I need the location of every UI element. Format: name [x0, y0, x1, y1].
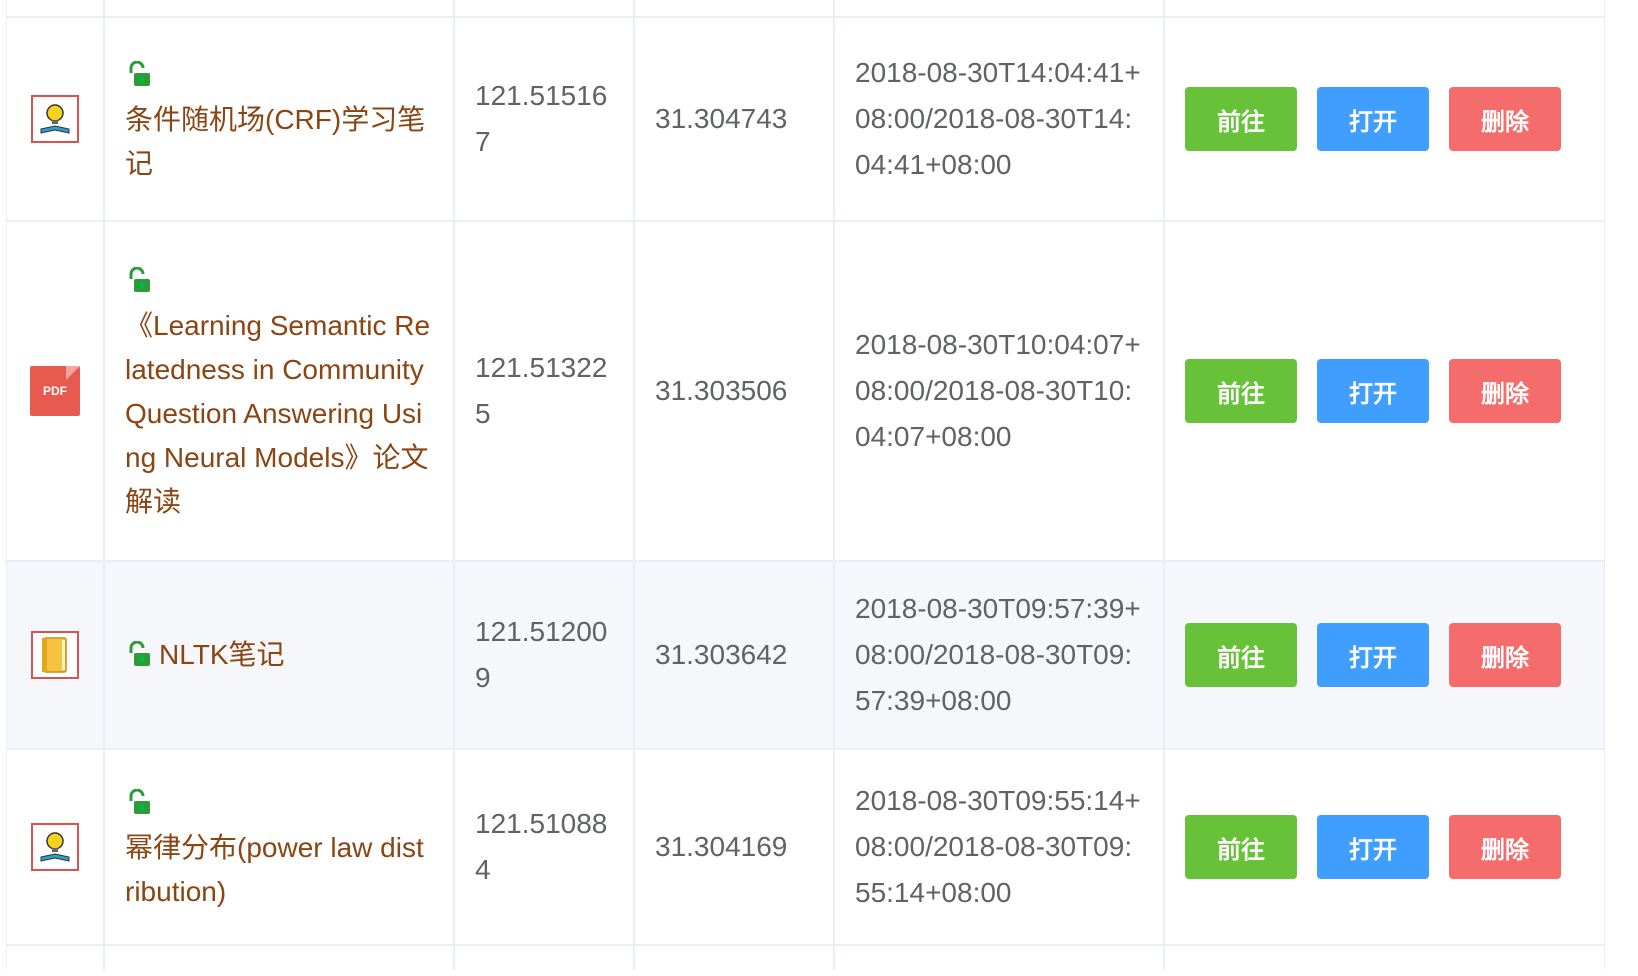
table-cell [7, 946, 105, 970]
go-button[interactable]: 前往 [1185, 87, 1297, 151]
note-title-link[interactable]: NLTK笔记 [159, 633, 285, 677]
table-cell [635, 0, 835, 16]
open-button[interactable]: 打开 [1317, 87, 1429, 151]
table-row: 条件随机场(CRF)学习笔记 121.515167 31.304743 2018… [7, 18, 1604, 222]
latitude-cell: 31.303506 [635, 222, 835, 560]
note-title-link[interactable]: 幂律分布(power law distribution) [125, 832, 424, 907]
operations-cell: 前往 打开 删除 [1165, 18, 1604, 220]
time-value: 2018-08-30T09:55:14+08:00/2018-08-30T09:… [855, 785, 1141, 908]
go-button[interactable]: 前往 [1185, 815, 1297, 879]
longitude-value: 121.513225 [475, 352, 608, 429]
title-cell: NLTK笔记 [105, 562, 455, 748]
pdf-icon-label: PDF [43, 384, 67, 398]
time-value: 2018-08-30T14:04:41+08:00/2018-08-30T14:… [855, 57, 1141, 180]
notebook-icon [31, 631, 79, 679]
time-value: 2018-08-30T10:04:07+08:00/2018-08-30T10:… [855, 329, 1141, 452]
delete-button[interactable]: 删除 [1449, 87, 1561, 151]
latitude-value: 31.304743 [655, 103, 788, 134]
latitude-cell: 31.304169 [635, 750, 835, 944]
table-cell [1165, 946, 1604, 970]
table-cell [105, 946, 455, 970]
bulb-book-icon [31, 95, 79, 143]
latitude-value: 31.303642 [655, 639, 788, 670]
go-button[interactable]: 前往 [1185, 623, 1297, 687]
delete-button[interactable]: 删除 [1449, 623, 1561, 687]
table-cell [835, 946, 1165, 970]
bulb-book-icon [31, 823, 79, 871]
longitude-cell: 121.510884 [455, 750, 635, 944]
table-cell [635, 946, 835, 970]
icon-cell: PDF [7, 222, 105, 560]
open-button[interactable]: 打开 [1317, 623, 1429, 687]
latitude-cell: 31.303642 [635, 562, 835, 748]
pdf-icon: PDF [30, 366, 80, 416]
unlock-icon [125, 780, 433, 826]
longitude-cell: 121.515167 [455, 18, 635, 220]
delete-button[interactable]: 删除 [1449, 815, 1561, 879]
unlock-icon [125, 641, 153, 669]
icon-cell [7, 750, 105, 944]
longitude-value: 121.512009 [475, 616, 608, 693]
table-cell [835, 0, 1165, 16]
title-cell: 《Learning Semantic Relatedness in Commun… [105, 222, 455, 560]
operations-cell: 前往 打开 删除 [1165, 222, 1604, 560]
table-row-partial-bottom [7, 946, 1604, 970]
note-title-link[interactable]: 条件随机场(CRF)学习笔记 [125, 104, 425, 179]
table-cell [105, 0, 455, 16]
unlock-icon [125, 258, 433, 304]
longitude-value: 121.515167 [475, 80, 608, 157]
open-button[interactable]: 打开 [1317, 815, 1429, 879]
title-cell: 幂律分布(power law distribution) [105, 750, 455, 944]
latitude-cell: 31.304743 [635, 18, 835, 220]
time-cell: 2018-08-30T09:57:39+08:00/2018-08-30T09:… [835, 562, 1165, 748]
table-row-partial-top [7, 0, 1604, 18]
table-cell [1165, 0, 1604, 16]
table-row: 幂律分布(power law distribution) 121.510884 … [7, 750, 1604, 946]
notes-table: 条件随机场(CRF)学习笔记 121.515167 31.304743 2018… [6, 0, 1605, 970]
longitude-cell: 121.512009 [455, 562, 635, 748]
longitude-value: 121.510884 [475, 808, 608, 885]
latitude-value: 31.304169 [655, 831, 788, 862]
table-cell [7, 0, 105, 16]
longitude-cell: 121.513225 [455, 222, 635, 560]
open-button[interactable]: 打开 [1317, 359, 1429, 423]
time-value: 2018-08-30T09:57:39+08:00/2018-08-30T09:… [855, 593, 1141, 716]
time-cell: 2018-08-30T09:55:14+08:00/2018-08-30T09:… [835, 750, 1165, 944]
title-cell: 条件随机场(CRF)学习笔记 [105, 18, 455, 220]
table-cell [455, 946, 635, 970]
table-row: PDF 《Learning Semantic Relatedness in Co… [7, 222, 1604, 562]
delete-button[interactable]: 删除 [1449, 359, 1561, 423]
operations-cell: 前往 打开 删除 [1165, 750, 1604, 944]
go-button[interactable]: 前往 [1185, 359, 1297, 423]
note-title-link[interactable]: 《Learning Semantic Relatedness in Commun… [125, 310, 430, 517]
time-cell: 2018-08-30T10:04:07+08:00/2018-08-30T10:… [835, 222, 1165, 560]
unlock-icon [125, 52, 433, 98]
table-row: NLTK笔记 121.512009 31.303642 2018-08-30T0… [7, 562, 1604, 750]
latitude-value: 31.303506 [655, 375, 788, 406]
table-cell [455, 0, 635, 16]
icon-cell [7, 562, 105, 748]
time-cell: 2018-08-30T14:04:41+08:00/2018-08-30T14:… [835, 18, 1165, 220]
operations-cell: 前往 打开 删除 [1165, 562, 1604, 748]
icon-cell [7, 18, 105, 220]
